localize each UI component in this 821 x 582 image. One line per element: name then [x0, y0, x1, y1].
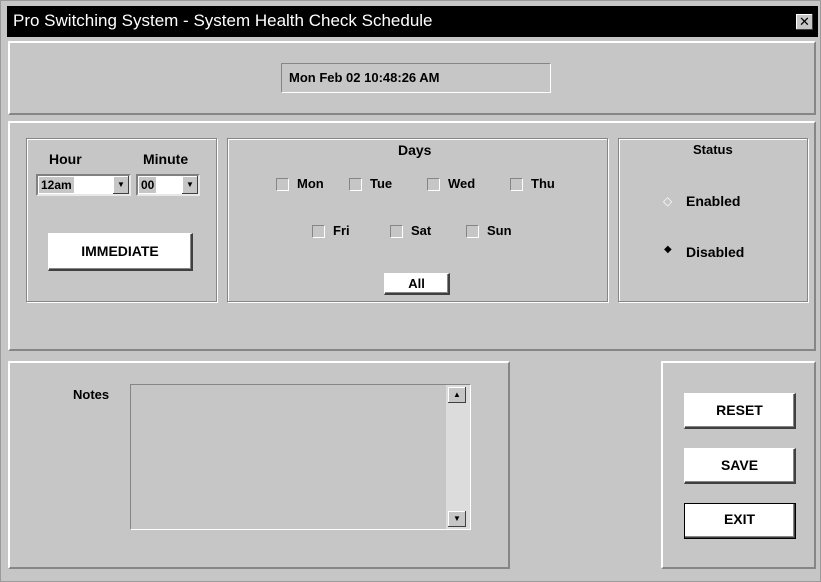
close-icon[interactable]: ✕ [796, 14, 813, 30]
current-datetime: Mon Feb 02 10:48:26 AM [281, 63, 551, 93]
day-label-fri: Fri [333, 223, 350, 238]
chevron-down-icon[interactable]: ▼ [113, 176, 129, 194]
minute-select[interactable]: 00 ▼ [136, 174, 200, 196]
checkbox-mon[interactable] [276, 178, 289, 191]
scroll-up-icon[interactable]: ▲ [448, 387, 466, 403]
day-label-sun: Sun [487, 223, 512, 238]
day-label-mon: Mon [297, 176, 324, 191]
hour-select[interactable]: 12am ▼ [36, 174, 131, 196]
all-days-button[interactable]: All [384, 273, 450, 295]
day-label-tue: Tue [370, 176, 393, 191]
window-title: Pro Switching System - System Health Che… [13, 11, 433, 30]
notes-scrollbar[interactable]: ▲ ▼ [446, 385, 470, 529]
chevron-down-icon[interactable]: ▼ [182, 176, 198, 194]
minute-value: 00 [139, 177, 157, 193]
status-label: Status [693, 142, 733, 157]
status-enabled-label: Enabled [686, 193, 741, 209]
checkbox-fri[interactable] [312, 225, 325, 238]
checkbox-thu[interactable] [510, 178, 523, 191]
notes-textarea[interactable] [130, 384, 471, 530]
scroll-down-icon[interactable]: ▼ [448, 511, 466, 527]
checkbox-wed[interactable] [427, 178, 440, 191]
status-group [618, 138, 808, 302]
status-disabled-label: Disabled [686, 244, 745, 260]
hour-value: 12am [39, 177, 74, 193]
reset-button[interactable]: RESET [684, 393, 796, 429]
minute-label: Minute [143, 151, 189, 167]
checkbox-tue[interactable] [349, 178, 362, 191]
exit-button[interactable]: EXIT [684, 503, 796, 539]
day-label-wed: Wed [448, 176, 476, 191]
save-button[interactable]: SAVE [684, 448, 796, 484]
immediate-button[interactable]: IMMEDIATE [48, 233, 193, 271]
title-bar[interactable]: Pro Switching System - System Health Che… [7, 6, 818, 37]
checkbox-sun[interactable] [466, 225, 479, 238]
radio-enabled[interactable]: ◇ [663, 194, 672, 208]
days-label: Days [398, 142, 432, 158]
radio-disabled[interactable]: ◆ [664, 244, 672, 255]
notes-label: Notes [73, 387, 110, 402]
day-label-thu: Thu [531, 176, 555, 191]
day-label-sat: Sat [411, 223, 432, 238]
schedule-window: Pro Switching System - System Health Che… [0, 0, 821, 582]
hour-label: Hour [49, 151, 82, 167]
checkbox-sat[interactable] [390, 225, 403, 238]
